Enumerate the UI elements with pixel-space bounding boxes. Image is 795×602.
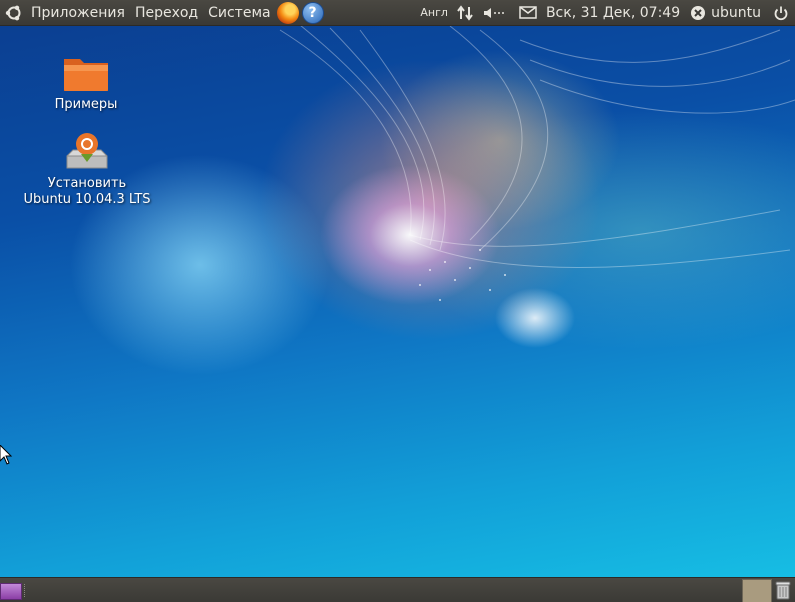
desktop-icon-examples[interactable]: Примеры xyxy=(48,53,124,113)
mail-icon[interactable] xyxy=(519,6,537,19)
show-desktop-icon[interactable] xyxy=(0,583,22,600)
network-arrows-icon[interactable] xyxy=(456,4,474,21)
top-panel: Приложения Переход Система ? Англ Вск, 3… xyxy=(0,0,795,26)
mouse-cursor-icon xyxy=(0,445,13,465)
power-icon[interactable] xyxy=(773,5,789,21)
trash-icon[interactable] xyxy=(775,581,791,600)
panel-handle[interactable] xyxy=(24,584,28,597)
desktop-icon-label-line2: Ubuntu 10.04.3 LTS xyxy=(23,192,151,207)
panel-tray: Англ Вск, 31 Дек, 07:49 ubuntu xyxy=(420,0,795,25)
menu-applications[interactable]: Приложения xyxy=(31,5,125,21)
desktop-icon-label: Примеры xyxy=(54,97,118,112)
menu-system[interactable]: Система xyxy=(208,5,270,21)
installer-icon xyxy=(66,133,108,169)
keyboard-layout-indicator[interactable]: Англ xyxy=(420,6,448,19)
ubuntu-logo-icon[interactable] xyxy=(4,3,24,23)
help-icon[interactable]: ? xyxy=(301,1,324,24)
desktop-icon-label-line1: Установить xyxy=(47,176,127,191)
bottom-panel xyxy=(0,577,795,602)
user-status-icon[interactable] xyxy=(690,5,706,21)
desktop-icon-install-ubuntu[interactable]: Установить Ubuntu 10.04.3 LTS xyxy=(22,128,152,208)
menu-places[interactable]: Переход xyxy=(135,5,198,21)
volume-icon[interactable] xyxy=(483,6,507,20)
user-name[interactable]: ubuntu xyxy=(711,5,761,21)
folder-icon xyxy=(64,59,108,91)
firefox-icon[interactable] xyxy=(276,1,299,24)
desktop-screen: Приложения Переход Система ? Англ Вск, 3… xyxy=(0,0,795,602)
workspace-switcher[interactable] xyxy=(742,579,772,602)
clock[interactable]: Вск, 31 Дек, 07:49 xyxy=(546,5,680,21)
